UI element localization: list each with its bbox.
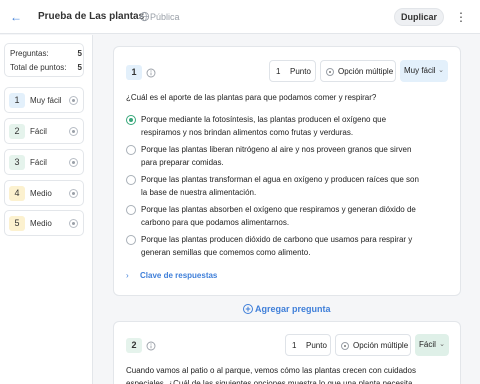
question-type-icon [69,158,78,167]
difficulty-label: Medio [30,219,52,228]
points-field[interactable]: 1 Punto [269,60,316,82]
answer-text: Porque mediante la fotosíntesis, las pla… [141,115,387,137]
questions-stat: Preguntas: 5 [10,49,82,58]
chevron-down-icon: ⌄ [439,341,445,348]
radio-type-icon [341,342,349,350]
question-number-badge: 5 [9,216,25,231]
answer-text: Porque las plantas transforman el agua e… [141,175,419,197]
question-card-1: 1 1 Punto Opción múltiple Muy fácil ⌄ ¿C… [113,46,461,296]
chevron-right-icon: › [126,271,129,280]
more-options-icon[interactable]: ⋮ [455,9,467,25]
points-stat-label: Total de puntos: [10,63,67,72]
sidebar-item-question-1[interactable]: 1 Muy fácil [4,87,84,113]
duplicate-button[interactable]: Duplicar [394,8,444,26]
answer-text: Porque las plantas producen dióxido de c… [141,235,413,257]
question-number-badge: 4 [9,186,25,201]
difficulty-label: Fácil [419,340,436,349]
answer-radio[interactable] [126,235,136,245]
add-question-label: Agregar pregunta [255,304,331,314]
points-stat: Total de puntos: 5 [10,63,82,72]
visibility-status[interactable]: Pública [150,12,180,22]
question-text: ¿Cuál es el aporte de las plantas para q… [126,93,377,102]
info-icon[interactable] [146,68,156,78]
question-card-2: 2 1 Punto Opción múltiple Fácil ⌄ Cuando… [113,321,461,384]
difficulty-select[interactable]: Muy fácil ⌄ [400,60,448,82]
sidebar-item-question-4[interactable]: 4 Medio [4,180,84,206]
question-type-select[interactable]: Opción múltiple [320,60,396,82]
question-number-badge: 2 [9,124,25,139]
answer-radio[interactable] [126,205,136,215]
answer-radio[interactable] [126,145,136,155]
answer-text: Porque las plantas liberan nitrógeno al … [141,145,412,167]
question-type-icon [69,189,78,198]
question-type-label: Opción múltiple [353,341,409,350]
answer-text: Porque las plantas absorben el oxígeno q… [141,205,416,227]
info-icon[interactable] [146,341,156,351]
back-arrow-icon[interactable]: ← [9,10,23,24]
points-value: 1 [292,341,297,350]
difficulty-label: Muy fácil [404,66,436,75]
correct-answer-radio[interactable] [126,115,136,125]
question-type-icon [69,127,78,136]
plus-circle-icon: + [243,304,253,314]
points-field[interactable]: 1 Punto [285,334,331,356]
questions-stat-value: 5 [77,49,82,58]
points-stat-value: 5 [77,63,82,72]
questions-stat-label: Preguntas: [10,49,49,58]
question-type-icon [69,96,78,105]
question-number-badge: 1 [9,93,25,108]
globe-icon [139,11,150,22]
sidebar-item-question-5[interactable]: 5 Medio [4,210,84,236]
quiz-stats-card: Preguntas: 5 Total de puntos: 5 [4,43,84,77]
question-type-label: Opción múltiple [338,67,394,76]
question-number-badge: 2 [126,338,142,353]
sidebar: Preguntas: 5 Total de puntos: 5 1 Muy fá… [0,35,93,384]
difficulty-select[interactable]: Fácil ⌄ [415,334,449,356]
top-bar: ← Prueba de Las plantas Pública Duplicar… [0,0,480,34]
question-type-icon [69,219,78,228]
question-text: Cuando vamos al patio o al parque, vemos… [126,366,416,384]
radio-type-icon [326,68,334,76]
points-unit-label: Punto [306,341,327,350]
question-type-select[interactable]: Opción múltiple [335,334,411,356]
answer-radio[interactable] [126,175,136,185]
points-unit-label: Punto [290,67,311,76]
page-title: Prueba de Las plantas [38,11,145,22]
difficulty-label: Muy fácil [30,96,62,105]
difficulty-label: Medio [30,189,52,198]
answer-key-label: Clave de respuestas [140,271,218,280]
question-number-badge: 3 [9,155,25,170]
chevron-down-icon: ⌄ [438,67,444,74]
points-value: 1 [276,67,281,76]
add-question-button[interactable]: + Agregar pregunta [243,303,363,317]
sidebar-item-question-2[interactable]: 2 Fácil [4,118,84,144]
difficulty-label: Fácil [30,127,47,136]
question-number-badge: 1 [126,65,142,80]
difficulty-label: Fácil [30,158,47,167]
sidebar-item-question-3[interactable]: 3 Fácil [4,149,84,175]
